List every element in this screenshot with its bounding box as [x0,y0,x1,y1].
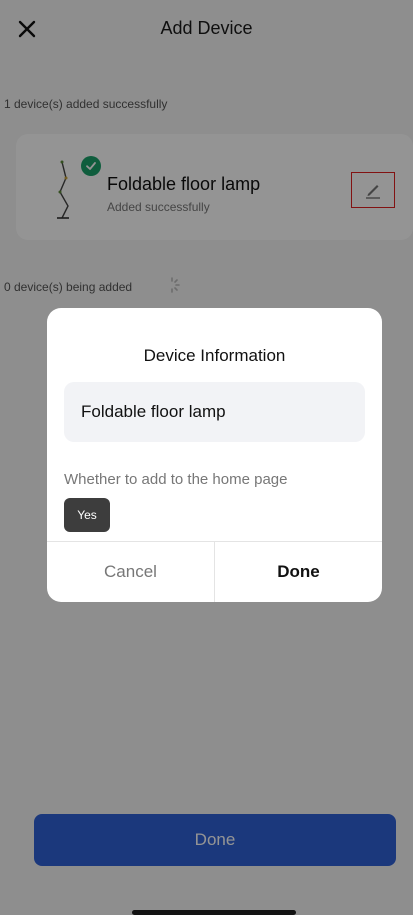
dialog-actions: Cancel Done [47,541,382,602]
device-name-input[interactable]: Foldable floor lamp [64,382,365,442]
add-to-home-label: Whether to add to the home page [64,471,288,488]
dialog-cancel-button[interactable]: Cancel [47,542,215,602]
dialog-done-button[interactable]: Done [215,542,382,602]
device-information-dialog: Device Information Foldable floor lamp W… [47,308,382,602]
dialog-title: Device Information [143,346,286,365]
add-to-home-yes-option[interactable]: Yes [64,498,110,532]
